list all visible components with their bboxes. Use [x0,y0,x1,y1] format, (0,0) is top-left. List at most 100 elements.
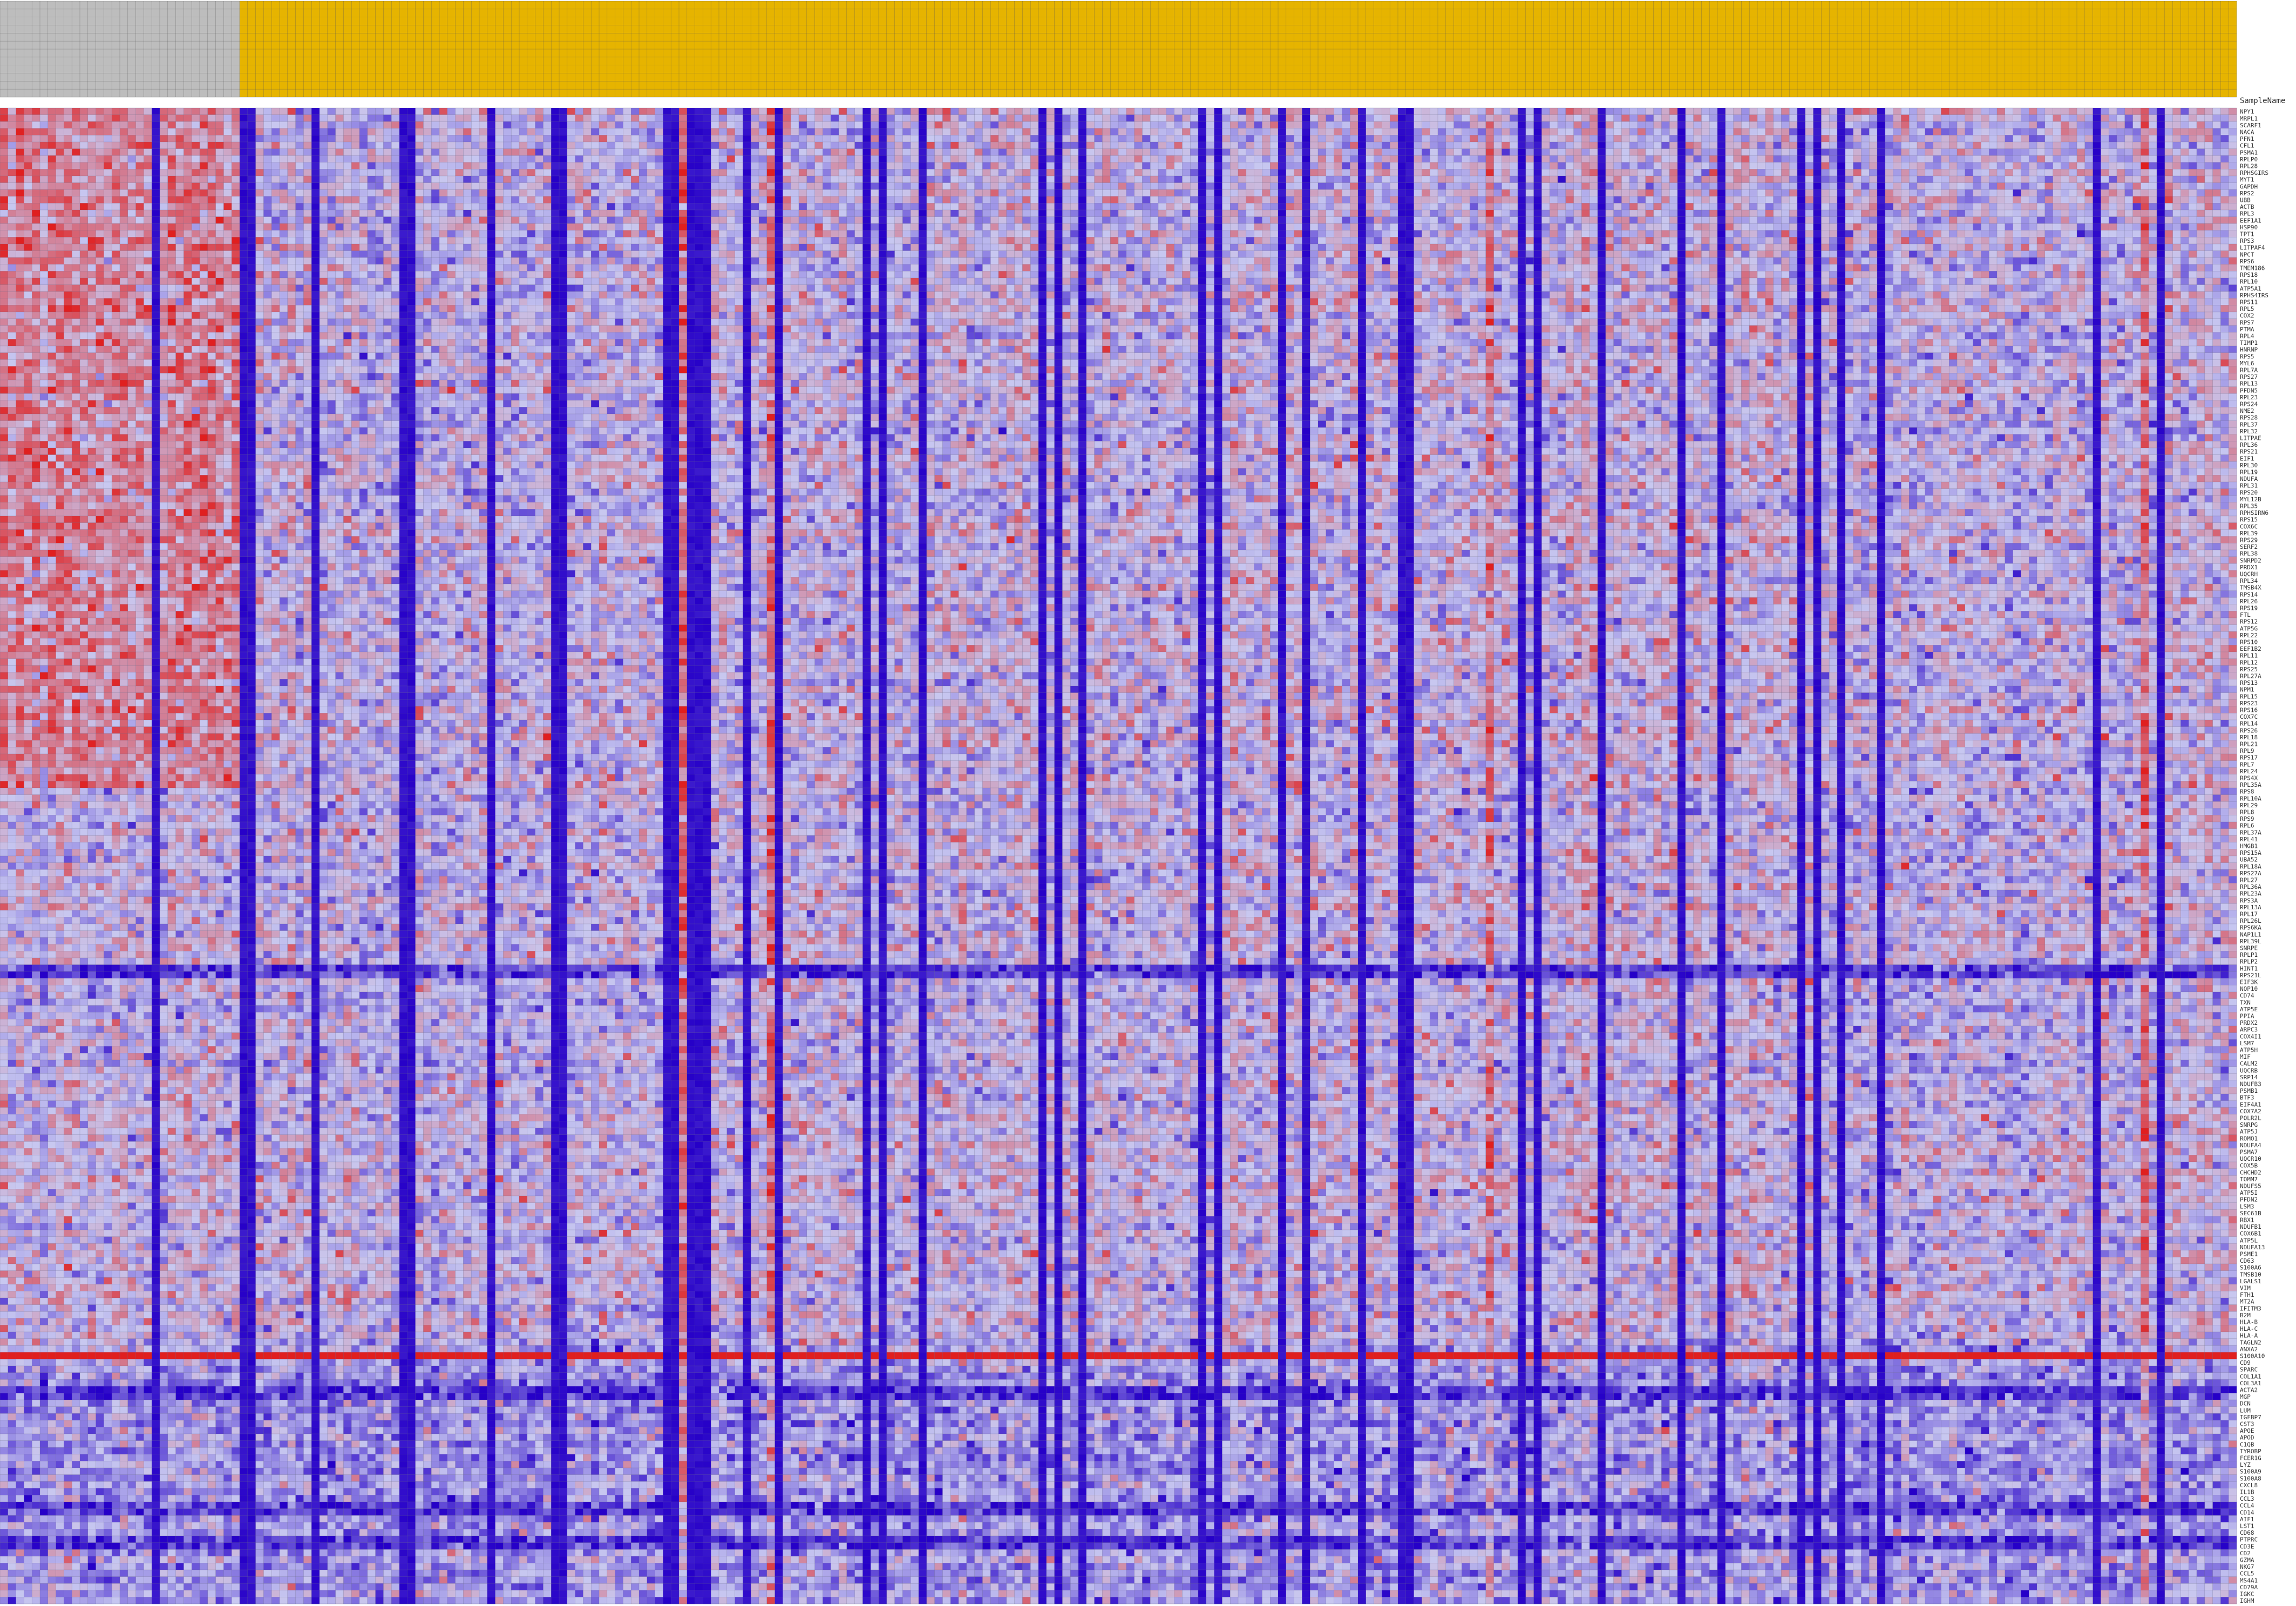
heatmap-cell [1190,115,1198,122]
heatmap-cell [232,115,240,122]
heatmap-cell [1070,121,1078,128]
heatmap-cell [1789,115,1797,122]
heatmap-cell [248,108,256,115]
heatmap-cell [2141,108,2149,115]
heatmap-cell [1701,115,1709,122]
heatmap-cell [1917,115,1925,122]
heatmap-cell [1797,108,1805,115]
heatmap-cell [1757,115,1765,122]
heatmap-cell [727,121,735,128]
heatmap-cell [288,108,296,115]
heatmap-cell [1741,115,1749,122]
heatmap-cell [1973,108,1981,115]
heatmap-cell [1166,108,1174,115]
heatmap-cell [1390,108,1398,115]
heatmap-cell [615,121,623,128]
heatmap-cell [839,108,847,115]
heatmap-cell [759,121,767,128]
heatmap-cell [1869,115,1877,122]
heatmap-cell [1734,108,1742,115]
heatmap-cell [72,108,80,115]
heatmap-cell [2189,108,2197,115]
heatmap-cell [1007,115,1015,122]
heatmap-cell [463,115,471,122]
heatmap-cell [902,108,911,115]
heatmap-cell [623,121,631,128]
heatmap-cell [1694,108,1702,115]
heatmap-cell [1654,108,1662,115]
heatmap-cell [2021,108,2029,115]
heatmap-cell [1566,108,1574,115]
heatmap-cell [1677,108,1686,115]
heatmap-cell [519,121,527,128]
heatmap-cell [639,115,647,122]
heatmap-cell [1821,108,1829,115]
heatmap-cell [751,115,759,122]
heatmap-cell [431,115,439,122]
heatmap-cell [855,108,863,115]
heatmap-cell [1102,108,1110,115]
heatmap-cell [998,108,1007,115]
heatmap-cell [1709,108,1717,115]
heatmap-cell [871,121,879,128]
heatmap-cell [1398,115,1406,122]
heatmap-cell [1957,115,1965,122]
heatmap-cell [391,115,399,122]
heatmap-cell [184,108,192,115]
heatmap-cell [136,115,144,122]
heatmap-cell [1454,108,1462,115]
heatmap-cell [1222,115,1230,122]
heatmap-cell [1925,108,1933,115]
heatmap-cell [535,115,544,122]
heatmap-cell [1941,108,1949,115]
heatmap-cell [2125,108,2133,115]
heatmap-cell [1150,121,1158,128]
heatmap-cell [911,115,919,122]
heatmap-cell [551,108,559,115]
heatmap-cell [1861,108,1869,115]
heatmap-cell [120,115,128,122]
heatmap-cell [2093,115,2101,122]
heatmap-cell [1038,115,1047,122]
heatmap-cell [152,108,160,115]
heatmap-cell [679,115,687,122]
heatmap-cell [623,115,631,122]
heatmap-cell [1398,121,1406,128]
heatmap-cell [2149,108,2157,115]
heatmap-cell [128,115,136,122]
heatmap-cell [1741,108,1749,115]
heatmap-cell [1318,121,1326,128]
heatmap-cell [799,121,807,128]
heatmap-cell [982,115,990,122]
heatmap-cell [1717,115,1726,122]
heatmap-cell [168,121,176,128]
heatmap-cell [1805,115,1813,122]
heatmap-cell [280,108,288,115]
heatmap-cell [1102,115,1110,122]
heatmap-cell [487,115,495,122]
heatmap-cell [1933,115,1941,122]
heatmap-cell [1566,115,1574,122]
heatmap-cell [631,115,639,122]
heatmap-cell [1406,115,1414,122]
heatmap-cell [288,121,296,128]
heatmap-cell [950,108,959,115]
heatmap-cell [2229,108,2237,115]
heatmap-cell [599,108,607,115]
heatmap-cell [1342,108,1350,115]
heatmap-cell [72,121,80,128]
heatmap-cell [263,108,271,115]
heatmap-cell [1629,115,1638,122]
heatmap-cell [1422,108,1430,115]
heatmap-cell [695,108,703,115]
heatmap-cell [1726,108,1734,115]
heatmap-cell [336,115,344,122]
heatmap-cell [1182,108,1190,115]
heatmap-cell [599,115,607,122]
heatmap-cell [2109,108,2117,115]
heatmap-cell [919,115,927,122]
heatmap-cell [2021,115,2029,122]
heatmap-cell [1414,121,1422,128]
heatmap-cell [351,115,359,122]
heatmap-cell [2061,108,2069,115]
